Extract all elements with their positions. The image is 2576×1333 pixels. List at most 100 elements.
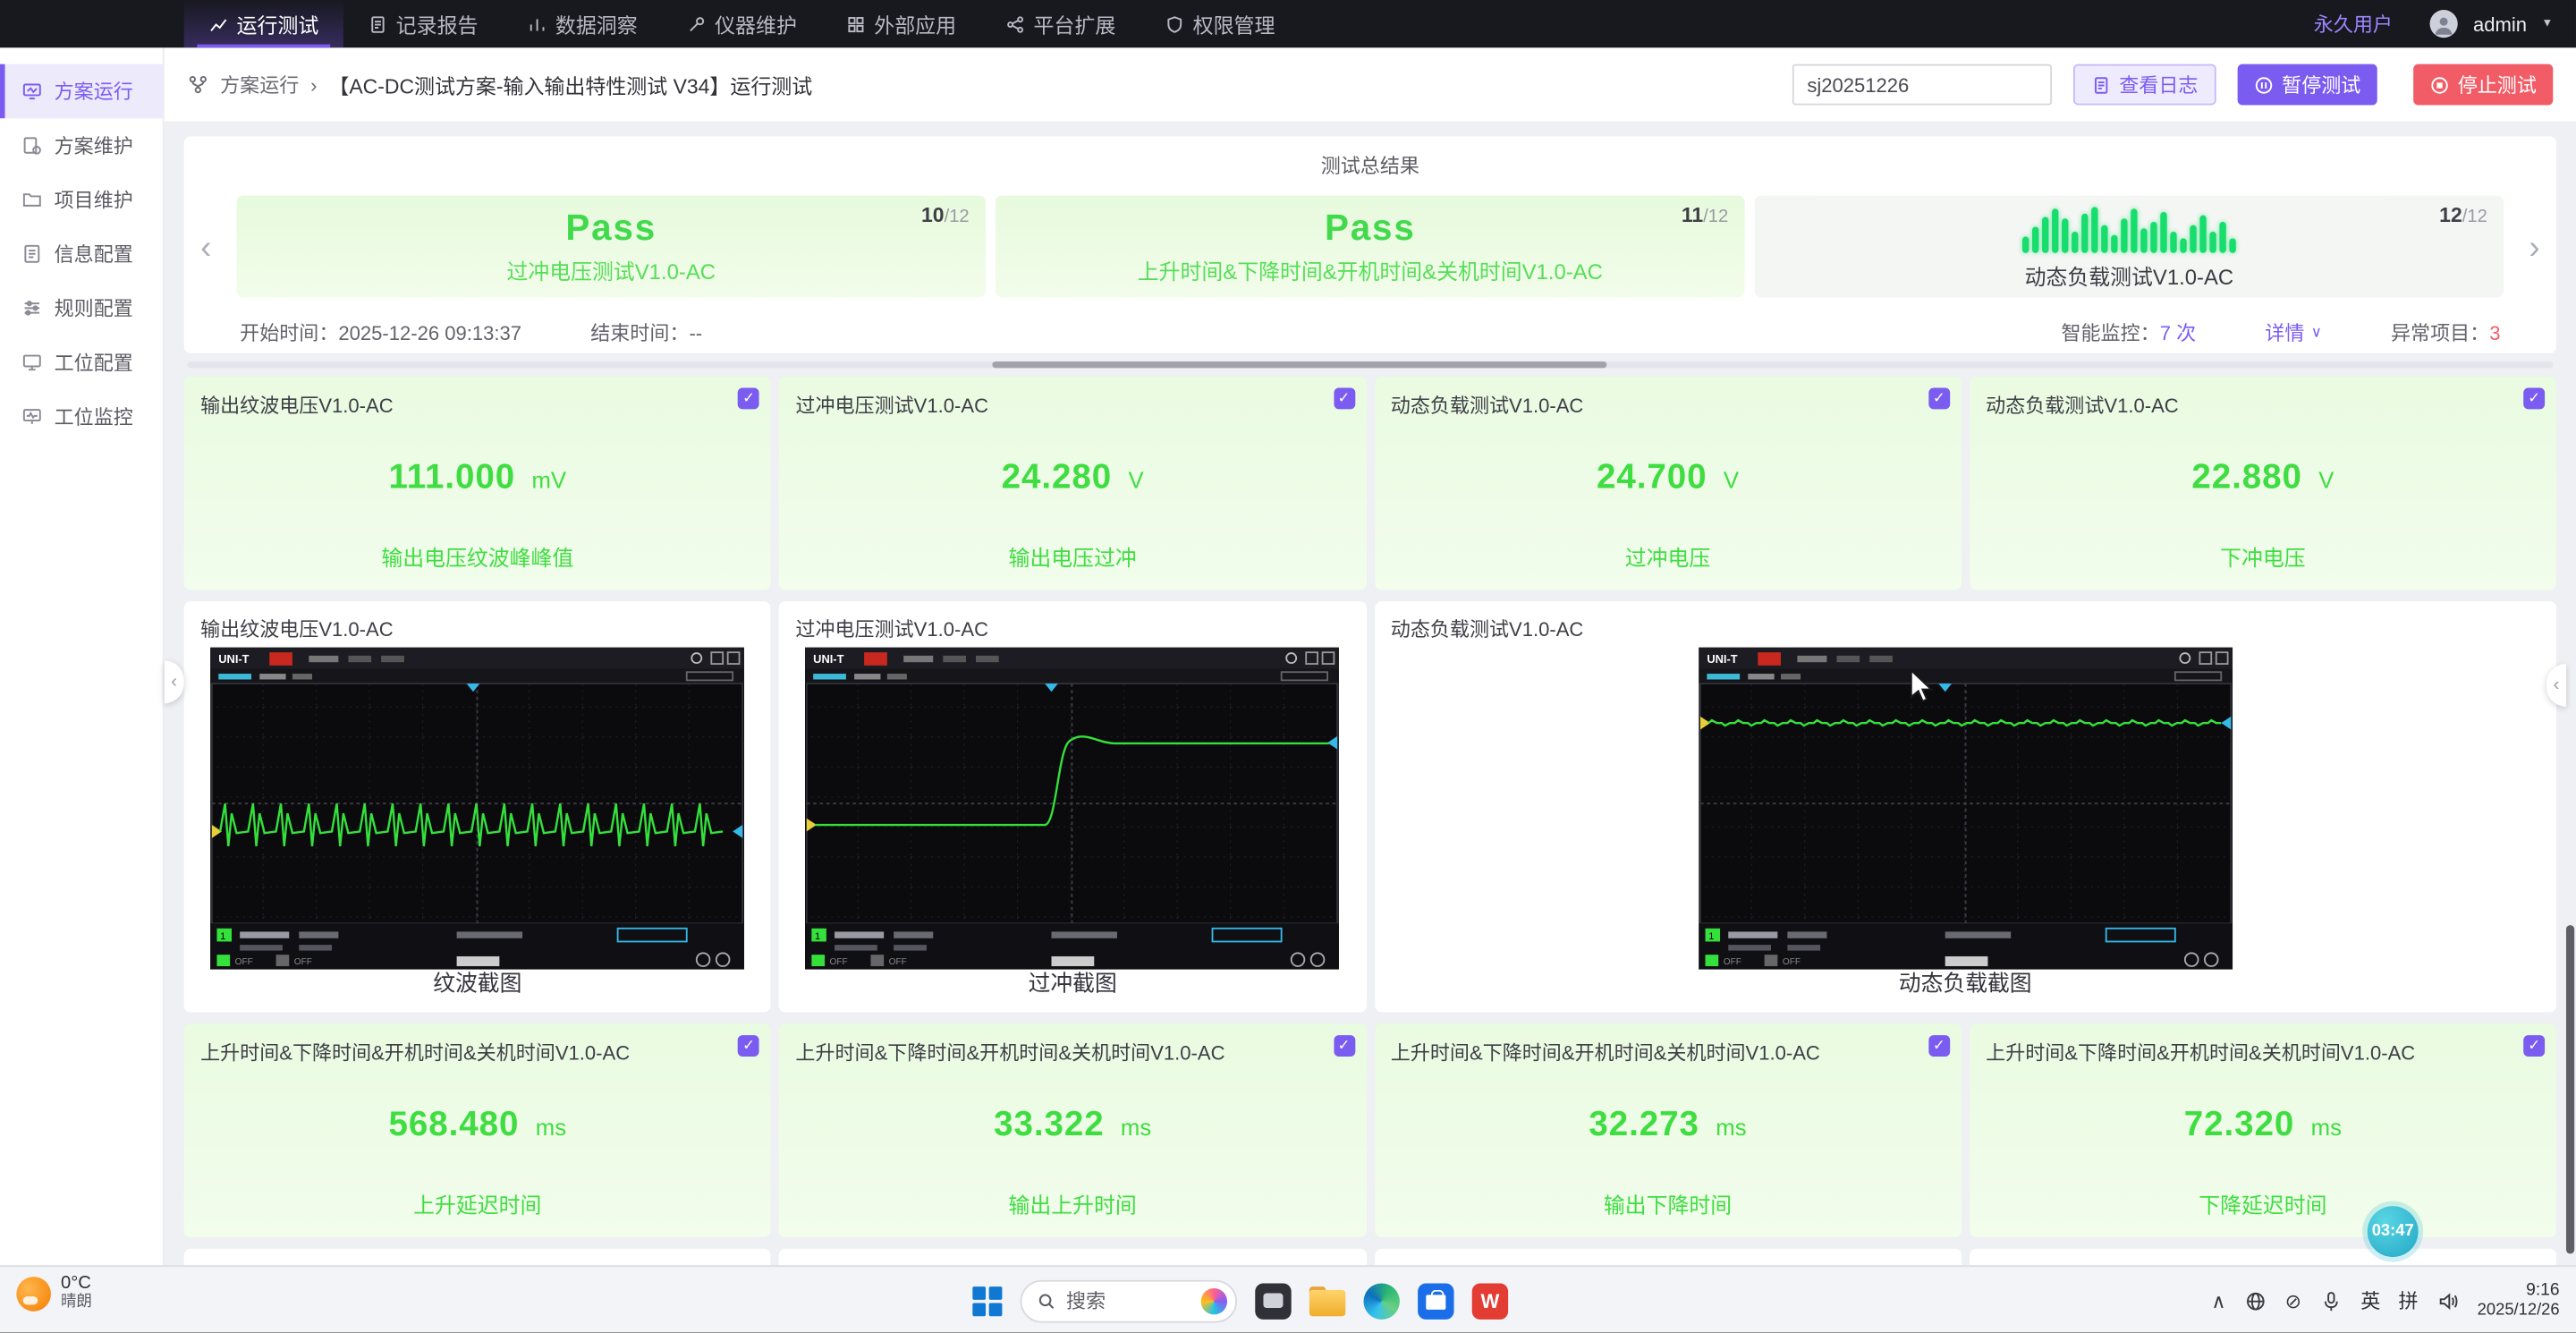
ime-pinyin-indicator[interactable]: 拼	[2398, 1287, 2418, 1315]
summary-slides: 10/12 Pass 过冲电压测试V1.0-AC 11/12 Pass 上升时间…	[236, 195, 2504, 298]
network-globe-icon[interactable]	[2244, 1289, 2267, 1312]
screenshot-card-wide: 动态负载测试V1.0-AC UNI-T 1 OFF OFF 动态负载截图	[1374, 601, 2556, 1013]
result-row-2: 上升时间&下降时间&开机时间&关机时间V1.0-AC ✓ 568.480 ms 上…	[183, 1023, 2556, 1238]
check-icon: ✓	[742, 389, 756, 406]
header-actions: 查看日志 暂停测试 停止测试	[1792, 64, 2554, 106]
wps-button[interactable]: W	[1471, 1283, 1509, 1320]
sidebar-item-station-config[interactable]: 工位配置	[0, 335, 163, 390]
view-log-label: 查看日志	[2119, 73, 2199, 98]
file-explorer-button[interactable]	[1309, 1286, 1346, 1316]
slide-test-name: 过冲电压测试V1.0-AC	[506, 259, 716, 284]
microphone-icon[interactable]	[2319, 1289, 2343, 1312]
summary-card: 测试总结果 ‹ › 10/12 Pass 过冲电压测试V1.0-AC 11/12…	[183, 136, 2556, 353]
edge-browser-button[interactable]	[1363, 1283, 1400, 1320]
taskbar-weather[interactable]: 0°C 晴朗	[16, 1274, 92, 1312]
log-doc-icon	[2094, 76, 2108, 93]
person-icon	[2436, 17, 2453, 35]
do-not-disturb-icon[interactable]: ⊘	[2285, 1291, 2301, 1311]
run-test-icon	[210, 18, 227, 31]
sidebar-item-info-config[interactable]: 信息配置	[0, 226, 163, 281]
tray-chevron-up-icon[interactable]: ∧	[2211, 1291, 2225, 1311]
breadcrumb-root[interactable]: 方案运行	[220, 71, 299, 98]
card-checkbox[interactable]: ✓	[738, 387, 760, 410]
card-checkbox[interactable]: ✓	[2523, 387, 2546, 410]
tab-data-insight[interactable]: 数据洞察	[503, 0, 662, 47]
task-view-button[interactable]	[1255, 1283, 1292, 1320]
carousel-prev-icon[interactable]: ‹	[200, 232, 211, 265]
sidebar-item-project-maintain[interactable]: 项目维护	[0, 173, 163, 227]
breadcrumb-current: 【AC-DC测试方案-输入输出特性测试 V34】运行测试	[328, 75, 813, 99]
start-button[interactable]	[972, 1286, 1003, 1316]
check-icon: ✓	[1932, 1036, 1945, 1054]
sidebar-item-scheme-maintain[interactable]: 方案维护	[0, 118, 163, 173]
next-row-partial	[183, 1248, 2556, 1266]
metric-card: 上升时间&下降时间&开机时间&关机时间V1.0-AC ✓ 32.273 ms 输出…	[1374, 1023, 1962, 1238]
metric-name: 输出电压过冲	[1008, 545, 1137, 571]
taskbar-search[interactable]: 搜索	[1020, 1279, 1238, 1323]
tab-permission[interactable]: 权限管理	[1140, 0, 1300, 47]
tab-platform-extend[interactable]: 平台扩展	[981, 0, 1140, 47]
svg-text:1: 1	[1708, 931, 1714, 942]
doc-config-icon	[24, 244, 40, 263]
user-menu-caret-icon[interactable]: ▼	[2542, 18, 2554, 30]
partial-card	[183, 1248, 771, 1266]
summary-slide: 11/12 Pass 上升时间&下降时间&开机时间&关机时间V1.0-AC	[996, 195, 1745, 298]
stop-test-label: 停止测试	[2457, 73, 2537, 98]
carousel-next-icon[interactable]: ›	[2529, 232, 2539, 265]
equalizer-bars	[2022, 203, 2236, 252]
screenshot-card: 输出纹波电压V1.0-AC UNI-T 1 OFF OFF 纹波截图	[183, 601, 771, 1013]
partial-card	[779, 1248, 1367, 1266]
svg-text:UNI-T: UNI-T	[219, 652, 250, 666]
chevron-left-icon: ‹	[2553, 675, 2560, 695]
tab-external-app[interactable]: 外部应用	[821, 0, 980, 47]
view-log-button[interactable]: 查看日志	[2072, 64, 2216, 106]
h-scroll-thumb[interactable]	[991, 361, 1607, 369]
card-checkbox[interactable]: ✓	[1333, 1035, 1355, 1057]
chevron-left-icon: ‹	[171, 672, 178, 692]
vertical-scrollbar-thumb[interactable]	[2565, 925, 2575, 1254]
volume-icon[interactable]	[2436, 1289, 2460, 1312]
main-content: 测试总结果 ‹ › 10/12 Pass 过冲电压测试V1.0-AC 11/12…	[164, 123, 2576, 1266]
avatar[interactable]	[2430, 10, 2459, 38]
metric-card: 上升时间&下降时间&开机时间&关机时间V1.0-AC ✓ 568.480 ms 上…	[183, 1023, 771, 1238]
metric-card-title: 上升时间&下降时间&开机时间&关机时间V1.0-AC	[200, 1041, 631, 1066]
tab-instrument-maintain[interactable]: 仪器维护	[662, 0, 821, 47]
pause-test-button[interactable]: 暂停测试	[2237, 64, 2377, 106]
weather-temp: 0°C	[60, 1274, 91, 1295]
metric-value: 72.320 ms	[2183, 1106, 2342, 1144]
svg-text:1: 1	[816, 931, 821, 942]
taskbar-clock[interactable]: 9:16 2025/12/26	[2478, 1280, 2560, 1322]
tab-label: 权限管理	[1192, 14, 1275, 38]
metric-card: 上升时间&下降时间&开机时间&关机时间V1.0-AC ✓ 33.322 ms 输出…	[779, 1023, 1367, 1238]
scheme-run-icon	[22, 83, 41, 100]
metric-name: 输出上升时间	[1008, 1193, 1137, 1218]
card-checkbox[interactable]: ✓	[1333, 387, 1355, 410]
store-button[interactable]	[1418, 1283, 1454, 1320]
tab-label: 外部应用	[874, 14, 957, 38]
svg-text:UNI-T: UNI-T	[814, 652, 844, 666]
tab-label: 平台扩展	[1033, 14, 1116, 38]
card-checkbox[interactable]: ✓	[2523, 1035, 2546, 1057]
stop-test-button[interactable]: 停止测试	[2413, 64, 2554, 106]
oscilloscope-screenshot-ripple: UNI-T 1 OFF OFF	[210, 647, 745, 970]
report-icon	[371, 15, 385, 32]
metric-name: 下冲电压	[2220, 545, 2306, 571]
tab-run-test[interactable]: 运行测试	[183, 0, 343, 48]
sidebar-item-rule-config[interactable]: 规则配置	[0, 281, 163, 335]
detail-link[interactable]: 详情 ∨	[2265, 318, 2322, 346]
sidebar-item-scheme-run[interactable]: 方案运行	[0, 64, 163, 119]
ime-language-indicator[interactable]: 英	[2360, 1287, 2380, 1315]
countdown-badge[interactable]: 03:47	[2367, 1206, 2419, 1258]
sidebar-item-station-monitor[interactable]: 工位监控	[0, 389, 163, 444]
wrench-icon	[690, 16, 705, 31]
search-input[interactable]	[1792, 64, 2052, 106]
metric-card: 动态负载测试V1.0-AC ✓ 22.880 V 下冲电压	[1969, 376, 2556, 590]
username[interactable]: admin	[2473, 13, 2527, 36]
card-checkbox[interactable]: ✓	[1928, 1035, 1950, 1057]
card-checkbox[interactable]: ✓	[1928, 387, 1950, 410]
share-nodes-icon	[1007, 15, 1024, 32]
tab-record-report[interactable]: 记录报告	[343, 0, 503, 47]
card-checkbox[interactable]: ✓	[738, 1035, 760, 1057]
apps-grid-icon	[848, 16, 864, 32]
sidebar-item-label: 工位监控	[54, 405, 133, 429]
